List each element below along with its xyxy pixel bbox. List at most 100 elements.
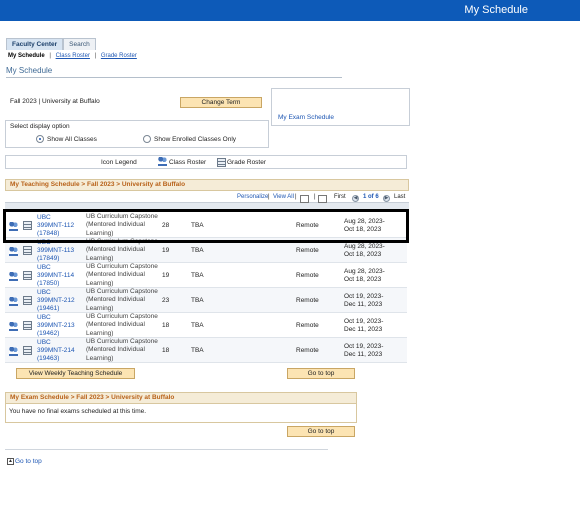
class-link-line[interactable]: UBC <box>37 289 85 297</box>
class-dates-line: Dec 11, 2023 <box>344 301 383 308</box>
top-banner: My Schedule <box>0 0 580 21</box>
class-link[interactable]: UBC 399MNT-214 (19463) <box>37 339 85 363</box>
class-dates: Oct 19, 2023- Dec 11, 2023 <box>344 293 408 309</box>
class-description: UB Curriculum Capstone (Mentored Individu… <box>86 263 162 288</box>
class-link-line[interactable]: 399MNT-212 <box>37 297 85 305</box>
enrolled-count: 19 <box>162 247 170 254</box>
class-description-line: UB Curriculum Capstone <box>86 338 158 345</box>
class-roster-icon[interactable] <box>9 247 18 256</box>
enrolled-count: 18 <box>162 347 170 354</box>
exam-go-to-top-button[interactable]: Go to top <box>287 426 355 437</box>
class-link-line[interactable]: 399MNT-213 <box>37 322 85 330</box>
term-label: Fall 2023 | University at Buffalo <box>10 98 100 105</box>
days-times: TBA <box>191 272 204 279</box>
class-link-line[interactable]: 399MNT-114 <box>37 272 85 280</box>
show-all-classes-label: Show All Classes <box>47 135 97 143</box>
class-link-line[interactable]: (19463) <box>37 355 85 363</box>
view-weekly-schedule-button[interactable]: View Weekly Teaching Schedule <box>16 368 135 379</box>
class-link-line[interactable]: UBC <box>37 264 85 272</box>
display-option-box: Select display option Show All Classes S… <box>5 120 269 148</box>
room: Remote <box>296 347 319 354</box>
class-dates: Aug 28, 2023- Oct 18, 2023 <box>344 268 408 284</box>
tab-search[interactable]: Search <box>63 38 96 50</box>
bottom-go-to-top-link[interactable]: ▲ Go to top <box>7 458 42 465</box>
view-all-link[interactable]: View All <box>273 194 294 200</box>
change-term-button[interactable]: Change Term <box>180 97 262 108</box>
enrolled-count: 19 <box>162 272 170 279</box>
go-to-top-button[interactable]: Go to top <box>287 368 355 379</box>
class-description-line: Learning) <box>86 329 114 337</box>
class-dates: Oct 19, 2023- Dec 11, 2023 <box>344 318 408 334</box>
class-description: UB Curriculum Capstone (Mentored Individu… <box>86 313 162 338</box>
bottom-go-to-top-label[interactable]: Go to top <box>15 458 42 465</box>
grade-roster-icon[interactable] <box>23 296 32 305</box>
page-title: My Schedule <box>6 66 53 75</box>
last-link[interactable]: Last <box>394 194 405 200</box>
legend-class-roster-label: Class Roster <box>169 159 207 166</box>
teaching-schedule-header: My Teaching Schedule > Fall 2023 > Unive… <box>5 179 409 191</box>
class-link-line[interactable]: (19461) <box>37 305 85 313</box>
table-row: UBC 399MNT-114 (17850) UB Curriculum Capsto… <box>5 263 407 288</box>
class-link-line[interactable]: UBC <box>37 314 85 322</box>
show-enrolled-only-radio[interactable]: Show Enrolled Classes Only <box>143 135 236 143</box>
table-row: UBC 399MNT-212 (19461) UB Curriculum Capsto… <box>5 288 407 313</box>
class-link[interactable]: UBC 399MNT-213 (19462) <box>37 314 85 338</box>
class-link-line[interactable]: (17849) <box>37 255 85 263</box>
show-all-classes-radio[interactable]: Show All Classes <box>36 135 97 143</box>
divider <box>5 449 328 450</box>
class-dates-line: Oct 19, 2023- <box>344 318 384 325</box>
room: Remote <box>296 247 319 254</box>
nav-separator: | <box>268 194 270 200</box>
class-roster-icon[interactable] <box>9 272 18 281</box>
nav-separator: | <box>314 194 316 200</box>
subnav-grade-roster-link[interactable]: Grade Roster <box>101 53 137 59</box>
grade-roster-icon[interactable] <box>23 346 32 355</box>
exam-message-box: You have no final exams scheduled at thi… <box>5 403 357 423</box>
class-description-line: (Mentored Individual <box>86 296 145 304</box>
tab-faculty-center[interactable]: Faculty Center <box>6 38 64 50</box>
class-link-line[interactable]: UBC <box>37 339 85 347</box>
grade-roster-icon[interactable] <box>23 271 32 280</box>
class-dates: Aug 28, 2023- Oct 18, 2023 <box>344 243 408 259</box>
class-link[interactable]: UBC 399MNT-114 (17850) <box>37 264 85 288</box>
display-option-label: Select display option <box>10 123 70 130</box>
icon-legend-title: Icon Legend <box>101 159 137 166</box>
days-times: TBA <box>191 322 204 329</box>
subnav-class-roster-link[interactable]: Class Roster <box>56 53 90 59</box>
subnav-my-schedule: My Schedule <box>8 53 45 59</box>
class-link-line[interactable]: (19462) <box>37 330 85 338</box>
class-roster-icon[interactable] <box>9 347 18 356</box>
grade-roster-icon[interactable] <box>23 246 32 255</box>
class-roster-icon[interactable] <box>9 297 18 306</box>
class-roster-icon <box>158 157 167 166</box>
divider <box>6 77 342 78</box>
class-dates-line: Oct 19, 2023- <box>344 293 384 300</box>
class-link[interactable]: UBC 399MNT-212 (19461) <box>37 289 85 313</box>
grid-navigation: Personalize | View All | | First ◀ 1 of … <box>5 192 409 203</box>
exam-schedule-box: My Exam Schedule <box>271 88 410 126</box>
banner-title: My Schedule <box>464 4 528 16</box>
class-dates-line: Aug 28, 2023- <box>344 243 385 250</box>
legend-grade-roster-label: Grade Roster <box>227 159 267 166</box>
class-description-line: Learning) <box>86 354 114 362</box>
class-link-line[interactable]: (17850) <box>37 280 85 288</box>
class-dates-line: Aug 28, 2023- <box>344 268 385 275</box>
class-description-line: (Mentored Individual <box>86 246 145 254</box>
grade-roster-icon[interactable] <box>23 321 32 330</box>
class-roster-icon[interactable] <box>9 322 18 331</box>
class-dates-line: Oct 19, 2023- <box>344 343 384 350</box>
class-description-line: Learning) <box>86 254 114 262</box>
first-link[interactable]: First <box>334 194 346 200</box>
class-description-line: UB Curriculum Capstone <box>86 313 158 320</box>
days-times: TBA <box>191 247 204 254</box>
my-exam-schedule-link[interactable]: My Exam Schedule <box>278 114 334 121</box>
class-description-line: UB Curriculum Capstone <box>86 288 158 295</box>
class-link-line[interactable]: 399MNT-113 <box>37 247 85 255</box>
table-row: UBC 399MNT-214 (19463) UB Curriculum Capsto… <box>5 338 407 363</box>
radio-unselected-icon[interactable] <box>143 135 151 143</box>
class-description-line: (Mentored Individual <box>86 271 145 279</box>
grade-roster-icon <box>217 158 226 167</box>
class-link-line[interactable]: 399MNT-214 <box>37 347 85 355</box>
radio-selected-icon[interactable] <box>36 135 44 143</box>
personalize-link[interactable]: Personalize <box>237 194 268 200</box>
